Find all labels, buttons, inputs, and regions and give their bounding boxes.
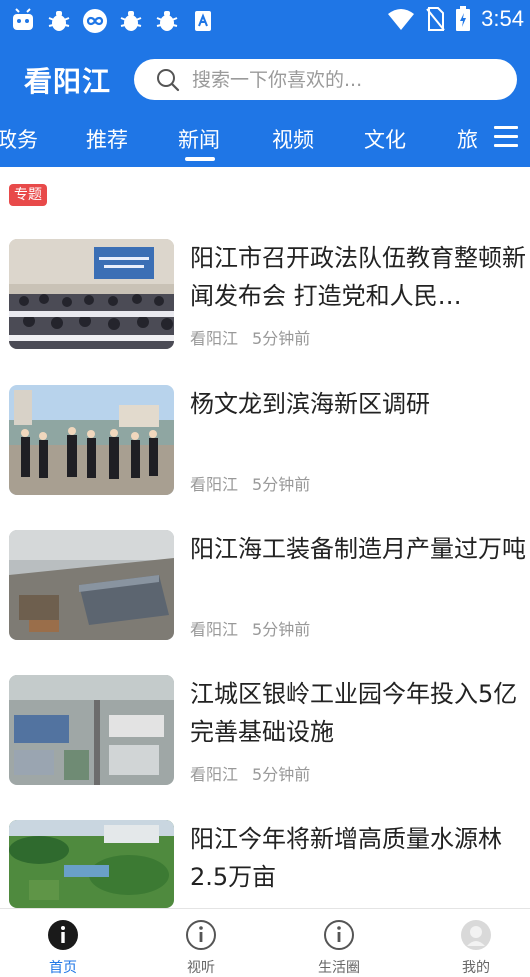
bug-icon xyxy=(118,8,144,34)
news-source: 看阳江 xyxy=(190,329,239,348)
forest-park-aerial-photo xyxy=(9,820,174,908)
info-outline-icon xyxy=(186,920,216,950)
topic-badge[interactable]: 专题 xyxy=(9,184,47,206)
industrial-park-aerial-photo xyxy=(9,675,174,785)
news-time: 5分钟前 xyxy=(252,620,311,639)
search-input[interactable] xyxy=(192,68,492,91)
app-header: 3:54 看阳江 政务 推荐 新闻 视频 文化 旅 xyxy=(0,0,530,167)
news-meta: 看阳江 5分钟前 xyxy=(190,616,310,640)
nav-home-label: 首页 xyxy=(49,960,77,976)
tab-travel[interactable]: 旅 xyxy=(457,124,478,154)
news-source: 看阳江 xyxy=(190,475,239,494)
officials-site-visit-photo xyxy=(9,385,174,495)
app-title: 看阳江 xyxy=(24,65,112,98)
category-tabs: 政务 推荐 新闻 视频 文化 旅 xyxy=(0,118,488,162)
news-meta: 看阳江 5分钟前 xyxy=(190,325,310,349)
news-title: 阳江海工装备制造月产量过万吨 xyxy=(190,535,526,563)
battery-icon xyxy=(456,6,471,31)
bug-icon xyxy=(154,8,180,34)
news-title: 阳江今年将新增高质量水源林2.5万亩 xyxy=(190,825,502,891)
nav-profile[interactable]: 我的 xyxy=(436,919,516,977)
tab-video[interactable]: 视频 xyxy=(272,124,314,154)
bottom-navigation: 首页 视听 生活圈 我的 xyxy=(0,908,530,977)
news-source: 看阳江 xyxy=(190,620,239,639)
news-time: 5分钟前 xyxy=(252,475,311,494)
press-conference-photo xyxy=(9,239,174,349)
app-notification-icon xyxy=(10,8,36,34)
nav-life[interactable]: 生活圈 xyxy=(299,919,379,977)
menu-icon[interactable] xyxy=(494,126,518,148)
tab-recommended[interactable]: 推荐 xyxy=(86,124,128,154)
nav-media-label: 视听 xyxy=(187,960,215,976)
infinity-icon xyxy=(82,8,108,34)
news-item[interactable]: 阳江市召开政法队伍教育整顿新闻发布会 打造党和人民… 看阳江 5分钟前 xyxy=(0,239,530,351)
text-icon xyxy=(190,8,216,34)
news-meta: 看阳江 5分钟前 xyxy=(190,471,310,495)
bug-icon xyxy=(46,8,72,34)
wifi-icon xyxy=(388,9,415,30)
nav-profile-label: 我的 xyxy=(462,960,490,976)
tab-government[interactable]: 政务 xyxy=(0,124,38,154)
news-item[interactable]: 江城区银岭工业园今年投入5亿完善基础设施 看阳江 5分钟前 xyxy=(0,675,530,787)
active-tab-indicator xyxy=(185,157,215,161)
tab-news[interactable]: 新闻 xyxy=(178,124,220,154)
news-item[interactable]: 杨文龙到滨海新区调研 看阳江 5分钟前 xyxy=(0,385,530,497)
user-avatar-icon xyxy=(461,920,491,950)
nav-media[interactable]: 视听 xyxy=(161,919,241,977)
no-sim-icon xyxy=(426,7,445,31)
news-title: 杨文龙到滨海新区调研 xyxy=(190,390,430,418)
news-title: 江城区银岭工业园今年投入5亿完善基础设施 xyxy=(190,680,518,746)
tab-culture[interactable]: 文化 xyxy=(364,124,406,154)
news-item[interactable]: 阳江海工装备制造月产量过万吨 看阳江 5分钟前 xyxy=(0,530,530,642)
news-time: 5分钟前 xyxy=(252,329,311,348)
status-time: 3:54 xyxy=(481,6,524,31)
shipyard-aerial-photo xyxy=(9,530,174,640)
nav-home[interactable]: 首页 xyxy=(23,919,103,977)
search-bar[interactable] xyxy=(134,59,517,100)
news-time: 5分钟前 xyxy=(252,765,311,784)
news-title: 阳江市召开政法队伍教育整顿新闻发布会 打造党和人民… xyxy=(190,244,526,310)
search-icon xyxy=(157,68,180,91)
news-meta: 看阳江 5分钟前 xyxy=(190,761,310,785)
status-bar: 3:54 xyxy=(0,0,530,44)
news-source: 看阳江 xyxy=(190,765,239,784)
info-icon xyxy=(48,920,78,950)
info-outline-icon xyxy=(324,920,354,950)
nav-life-label: 生活圈 xyxy=(318,960,360,976)
